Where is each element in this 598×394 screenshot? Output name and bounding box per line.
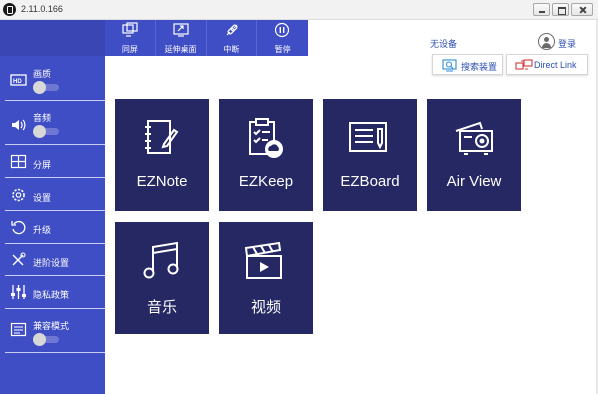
tile-label: EZBoard xyxy=(340,173,400,190)
disconnect-icon xyxy=(226,24,238,36)
tile-label: EZNote xyxy=(136,173,188,190)
direct-link-icon xyxy=(515,59,533,70)
sidebar-item-label: 隐私政策 xyxy=(33,290,70,300)
minimize-button[interactable] xyxy=(533,3,550,16)
clapperboard-icon xyxy=(244,241,282,279)
toolbar-button-label: 暂停 xyxy=(274,45,291,54)
device-status: 无设备 xyxy=(430,39,458,49)
toolbar-button-label: 同屏 xyxy=(121,45,138,54)
sidebar-item-label: 进阶设置 xyxy=(33,258,70,268)
advanced-tools-icon xyxy=(10,252,28,268)
sidebar-item-audio: 音频 xyxy=(5,101,105,145)
mirror-screen-icon xyxy=(122,22,138,37)
login-label: 登录 xyxy=(558,39,577,49)
audio-toggle[interactable] xyxy=(33,125,60,138)
sidebar: HD 画质 音频 分屏 设置 升级 进阶设置 隐私政策 兼容模式 xyxy=(0,20,105,394)
compatibility-icon xyxy=(10,322,28,338)
sidebar-item-compatibility: 兼容模式 xyxy=(5,309,105,353)
split-screen-icon xyxy=(10,154,28,170)
music-note-icon xyxy=(143,241,179,279)
title-bar: 2.11.0.166 xyxy=(0,0,598,20)
extend-desktop-button[interactable]: 延伸桌面 xyxy=(156,20,207,56)
window-controls xyxy=(531,3,593,16)
search-device-button[interactable]: 搜索装置 xyxy=(432,54,503,75)
maximize-button[interactable] xyxy=(552,3,569,16)
mirror-screen-button[interactable]: 同屏 xyxy=(105,20,156,56)
projector-icon xyxy=(455,121,493,155)
tile-music[interactable]: 音乐 xyxy=(115,222,209,334)
sidebar-item-settings[interactable]: 设置 xyxy=(5,178,105,211)
tile-label: 音乐 xyxy=(146,299,177,316)
window-title: 2.11.0.166 xyxy=(21,4,63,14)
extend-desktop-icon xyxy=(173,23,189,37)
tile-ezkeep[interactable]: EZKeep xyxy=(219,99,313,211)
tile-air-view[interactable]: Air View xyxy=(427,99,521,211)
login-button[interactable]: 登录 xyxy=(538,32,588,52)
sidebar-item-label: 设置 xyxy=(33,193,52,203)
search-device-icon xyxy=(442,59,457,72)
notebook-pen-icon xyxy=(145,120,179,154)
tile-label: 视频 xyxy=(250,299,281,316)
pause-icon xyxy=(275,22,290,38)
tile-video[interactable]: 视频 xyxy=(219,222,313,334)
disconnect-button[interactable]: 中断 xyxy=(207,20,258,56)
tile-eznote[interactable]: EZNote xyxy=(115,99,209,211)
sidebar-item-split-screen[interactable]: 分屏 xyxy=(5,145,105,178)
top-toolbar: 同屏 延伸桌面 中断 暂停 xyxy=(105,20,308,56)
speaker-icon xyxy=(10,117,28,133)
sidebar-item-quality: HD 画质 xyxy=(5,57,105,101)
app-logo-icon xyxy=(3,3,16,16)
hd-icon: HD xyxy=(10,72,28,88)
toolbar-button-label: 中断 xyxy=(223,45,240,54)
sidebar-item-label: 音频 xyxy=(33,113,52,123)
sidebar-header xyxy=(0,20,105,56)
svg-text:HD: HD xyxy=(13,79,22,85)
user-avatar-icon xyxy=(538,33,555,50)
quality-toggle[interactable] xyxy=(33,81,60,94)
sidebar-item-label: 画质 xyxy=(33,69,52,79)
direct-link-button[interactable]: Direct Link xyxy=(506,54,588,75)
close-button[interactable] xyxy=(571,3,593,16)
pause-button[interactable]: 暂停 xyxy=(257,20,308,56)
sidebar-item-update[interactable]: 升级 xyxy=(5,211,105,244)
clipboard-cloud-icon xyxy=(249,118,283,158)
tile-label: EZKeep xyxy=(238,173,294,190)
gear-icon xyxy=(10,187,28,203)
whiteboard-icon xyxy=(349,122,387,152)
sidebar-item-label: 分屏 xyxy=(33,160,52,170)
update-icon xyxy=(10,219,28,235)
tile-ezboard[interactable]: EZBoard xyxy=(323,99,417,211)
direct-link-label: Direct Link xyxy=(534,60,577,70)
sidebar-item-privacy[interactable]: 隐私政策 xyxy=(5,276,105,309)
sidebar-item-label: 兼容模式 xyxy=(33,321,70,331)
toolbar-button-label: 延伸桌面 xyxy=(164,45,197,54)
search-device-label: 搜索装置 xyxy=(461,62,498,72)
sidebar-item-advanced[interactable]: 进阶设置 xyxy=(5,244,105,276)
compatibility-toggle[interactable] xyxy=(33,333,60,346)
sidebar-item-label: 升级 xyxy=(33,225,52,235)
tile-label: Air View xyxy=(446,173,502,190)
sliders-icon xyxy=(10,284,28,300)
